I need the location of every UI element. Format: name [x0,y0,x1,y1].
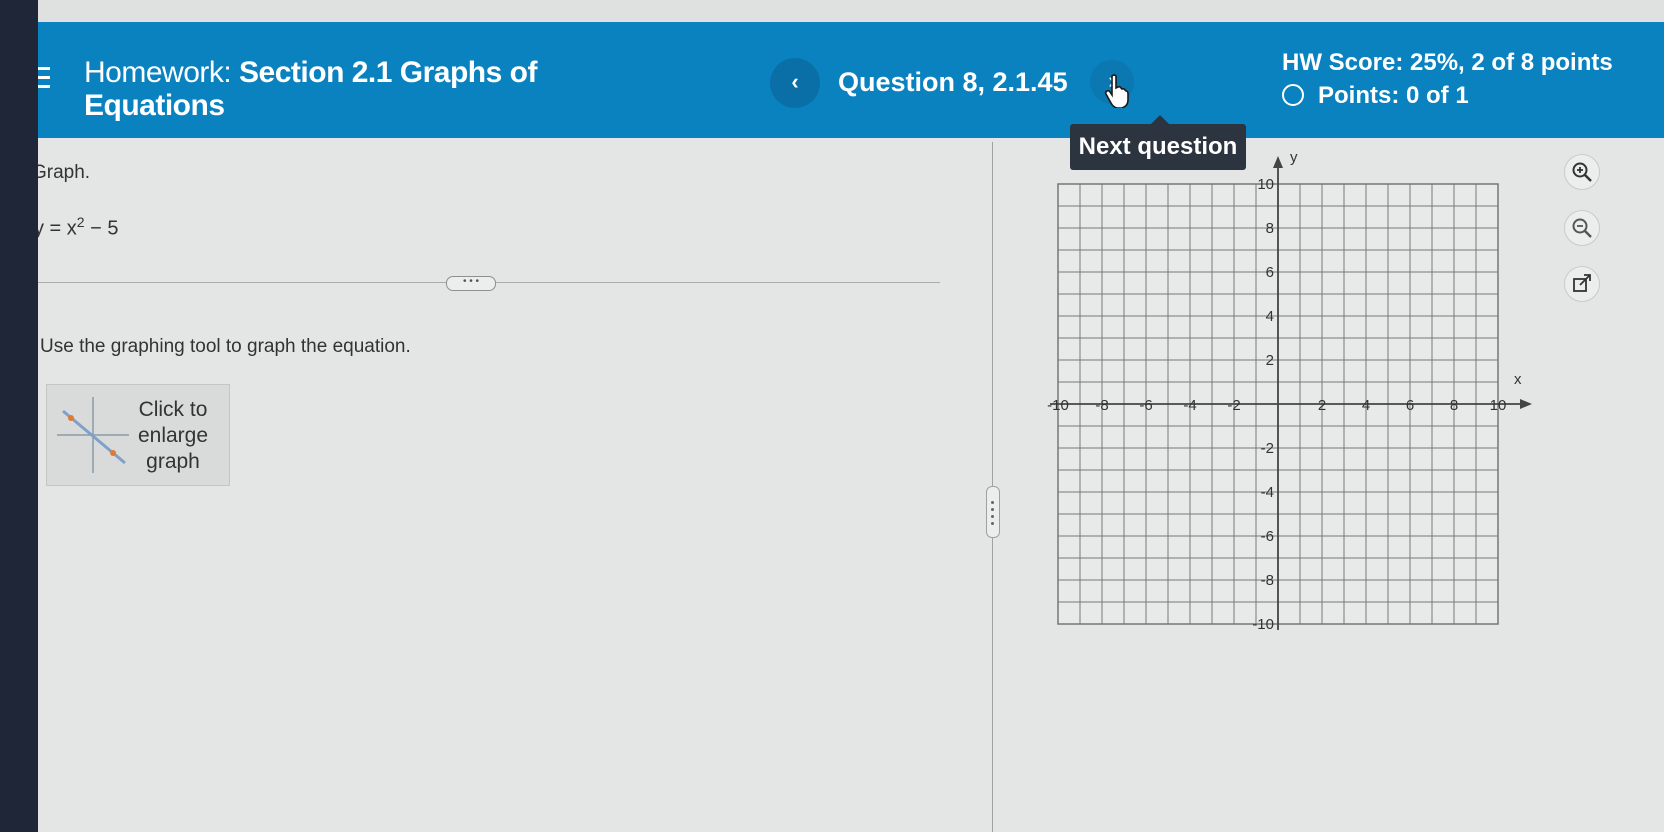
x-tick-label: -4 [1183,397,1196,414]
x-tick-label: 2 [1318,397,1326,414]
x-tick-label: -10 [1047,397,1069,414]
caption-line-1: Click to [138,398,208,421]
graphing-canvas[interactable]: x y -10 -8 -6 -4 -2 2 4 6 8 10 10 8 6 4 2 -2 -4 -6 -8 -10 [998,144,1538,664]
expand-more-button[interactable]: • • • [446,276,496,291]
y-tick-label: 4 [1266,308,1274,325]
title-section: Section 2.1 Graphs of [239,56,537,89]
zoom-in-button[interactable] [1564,154,1600,190]
zoom-in-icon [1572,162,1592,182]
y-tick-label: 8 [1266,220,1274,237]
zoom-out-icon [1572,218,1592,238]
title-section-cont: Equations [84,89,225,122]
caption-line-2: enlarge [137,424,209,447]
hand-cursor-icon [1104,74,1129,108]
caption-line-3: graph [146,450,200,473]
chevron-left-icon: ‹ [791,69,799,94]
instructions-text: Use the graphing tool to graph the equat… [40,336,411,357]
y-tick-label: -2 [1261,440,1274,457]
y-tick-label: 6 [1266,264,1274,281]
status-circle-icon [1282,84,1304,106]
x-axis-arrow [1520,399,1532,409]
points-text: Points: 0 of 1 [1318,82,1469,109]
y-axis-label: y [1290,149,1298,166]
x-axis-label: x [1514,371,1522,388]
y-tick-label: -10 [1252,616,1274,633]
y-tick-label: -6 [1261,528,1274,545]
title-label: Homework: [84,56,232,89]
external-link-icon [1573,274,1591,292]
y-tick-label: -8 [1261,572,1274,589]
equation-base: y = x [38,217,77,240]
open-external-button[interactable] [1564,266,1600,302]
header-bar: Homework: Section 2.1 Graphs of Equation… [38,22,1664,138]
app-window: Homework: Section 2.1 Graphs of Equation… [38,0,1664,832]
previous-question-button[interactable]: ‹ [770,58,820,108]
hw-score: HW Score: 25%, 2 of 8 points [1282,49,1613,76]
graph-thumbnail-icon [57,397,129,473]
zoom-out-button[interactable] [1564,210,1600,246]
x-tick-label: 10 [1490,397,1507,414]
problem-equation: y = x2 − 5 [38,214,119,241]
y-axis-arrow [1273,156,1283,168]
x-tick-label: -8 [1095,397,1108,414]
x-tick-label: -2 [1227,397,1240,414]
enlarge-graph-button[interactable]: Click to enlarge graph [46,384,230,486]
y-tick-label: 10 [1257,176,1274,193]
x-tick-label: 8 [1450,397,1458,414]
problem-prompt: Graph. [38,162,91,183]
x-tick-label: 6 [1406,397,1414,414]
menu-icon[interactable] [38,64,52,92]
y-tick-label: -4 [1261,484,1274,501]
equation-exponent: 2 [76,214,85,230]
thumbnail-caption: Click to enlarge graph [133,397,213,475]
y-tick-label: 2 [1266,352,1274,369]
equation-tail: − 5 [84,217,119,240]
points-status: Points: 0 of 1 [1282,82,1469,110]
x-tick-label: -6 [1139,397,1152,414]
question-indicator: Question 8, 2.1.45 [838,67,1068,97]
page-title: Homework: Section 2.1 Graphs of Equation… [84,56,537,122]
x-tick-label: 4 [1362,397,1370,414]
